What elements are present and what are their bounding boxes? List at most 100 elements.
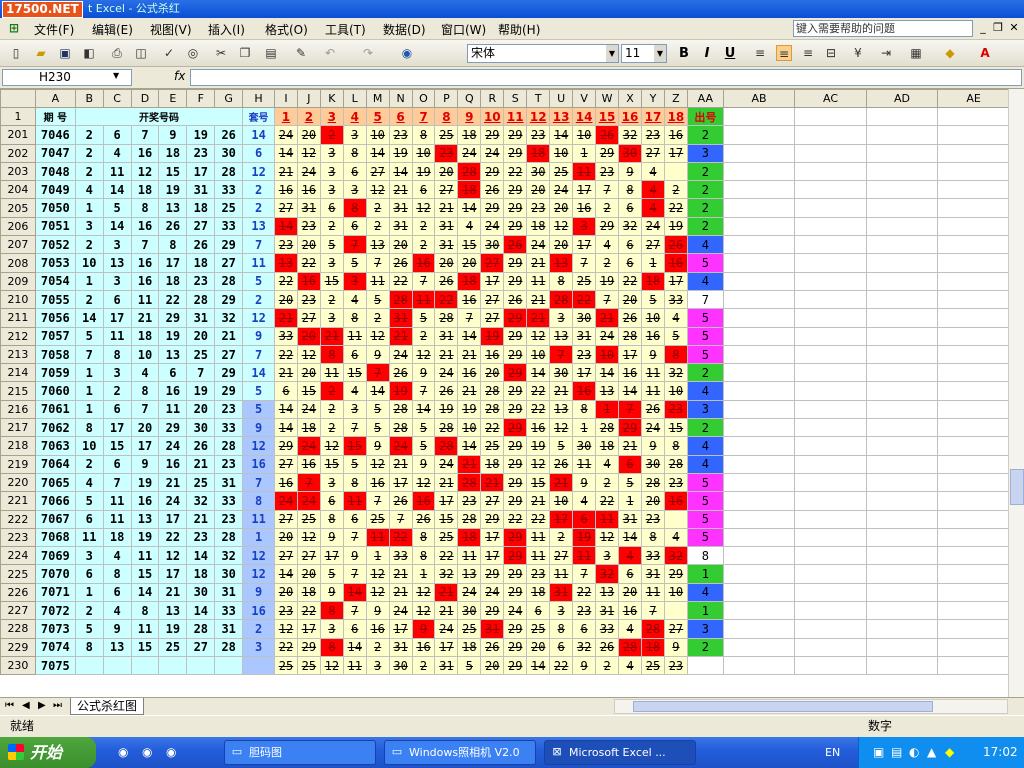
draw-number-cell[interactable]: 8 — [74, 637, 104, 657]
new-icon[interactable]: ▯ — [8, 45, 24, 61]
kill-number-cell[interactable]: 1 — [572, 143, 597, 163]
open-icon[interactable]: ▰ — [33, 45, 49, 61]
kill-number-cell[interactable]: 28 — [663, 454, 688, 474]
kill-number-cell[interactable]: 4 — [595, 235, 620, 255]
formula-number-cell[interactable]: 12 — [242, 308, 276, 328]
kill-number-cell[interactable]: 16 — [274, 180, 298, 200]
kill-number-cell[interactable]: 11 — [319, 363, 344, 383]
task-folder[interactable]: ▭ 胆码图 — [224, 740, 376, 765]
kill-number-cell[interactable]: 7 — [411, 271, 436, 291]
draw-number-cell[interactable] — [130, 655, 160, 676]
kill-number-cell[interactable]: 32 — [663, 363, 688, 383]
kill-number-cell[interactable]: 7 — [342, 527, 367, 548]
formula-number-cell[interactable]: 14 — [242, 125, 276, 145]
kill-number-cell[interactable]: 29 — [480, 564, 505, 584]
kill-number-cell[interactable]: 16 — [296, 454, 321, 474]
draw-number-cell[interactable]: 13 — [130, 509, 160, 529]
empty-cell[interactable] — [865, 161, 939, 182]
empty-cell[interactable] — [937, 454, 1010, 474]
kill-number-cell[interactable]: 4 — [457, 216, 482, 237]
row-header[interactable]: 212 — [0, 326, 36, 346]
out-count-cell[interactable]: 5 — [686, 527, 724, 548]
kill-number-cell[interactable]: 16 — [411, 637, 436, 657]
empty-cell[interactable] — [865, 546, 939, 566]
kill-number-cell[interactable]: 11 — [342, 326, 367, 346]
kill-number-cell[interactable]: 14 — [388, 161, 413, 182]
kill-number-cell[interactable]: 7 — [618, 399, 642, 420]
kill-number-cell[interactable]: 23 — [296, 216, 321, 237]
font-size-select[interactable]: 11 ▼ — [621, 44, 667, 63]
formula-number-cell[interactable]: 7 — [242, 344, 276, 365]
kill-number-cell[interactable]: 2 — [411, 216, 436, 237]
kill-number-cell[interactable]: 31 — [640, 564, 665, 584]
kill-number-cell[interactable]: 27 — [365, 161, 390, 182]
draw-number-cell[interactable]: 18 — [102, 527, 132, 548]
kill-number-cell[interactable] — [663, 601, 688, 621]
draw-number-cell[interactable]: 9 — [158, 125, 188, 145]
research-icon[interactable]: ◎ — [185, 45, 201, 61]
period-cell[interactable]: 7048 — [34, 161, 76, 182]
kill-number-cell[interactable]: 29 — [296, 637, 321, 657]
kill-number-cell[interactable]: 18 — [457, 271, 482, 291]
kill-number-cell[interactable]: 7 — [365, 253, 390, 273]
row-header[interactable]: 211 — [0, 308, 36, 328]
empty-cell[interactable] — [865, 125, 939, 145]
draw-number-cell[interactable]: 13 — [158, 601, 188, 621]
draw-number-cell[interactable]: 6 — [102, 454, 132, 474]
currency-icon[interactable]: ¥ — [850, 45, 866, 61]
kill-number-cell[interactable]: 3 — [595, 546, 620, 566]
kill-number-cell[interactable]: 24 — [388, 344, 413, 365]
empty-cell[interactable] — [865, 637, 939, 657]
empty-cell[interactable] — [722, 271, 796, 291]
draw-number-cell[interactable]: 33 — [214, 601, 244, 621]
draw-number-cell[interactable]: 14 — [74, 308, 104, 328]
kill-number-cell[interactable]: 29 — [503, 436, 528, 456]
kill-number-cell[interactable]: 25 — [457, 619, 482, 639]
kill-number-cell[interactable]: 16 — [411, 253, 436, 273]
column-header[interactable]: C — [102, 89, 132, 108]
kill-number-cell[interactable]: 11 — [526, 527, 551, 548]
draw-number-cell[interactable]: 6 — [102, 289, 132, 310]
kill-number-cell[interactable]: 12 — [365, 326, 390, 346]
print-icon[interactable]: ⎙ — [109, 45, 125, 61]
draw-number-cell[interactable]: 19 — [186, 125, 216, 145]
kill-number-cell[interactable]: 29 — [503, 637, 528, 657]
empty-cell[interactable] — [794, 180, 867, 200]
menu-view[interactable]: 视图(V) — [150, 21, 192, 38]
kill-number-cell[interactable]: 14 — [618, 381, 642, 401]
formula-number-cell[interactable]: 2 — [242, 198, 276, 218]
draw-number-cell[interactable]: 29 — [214, 235, 244, 255]
kill-number-cell[interactable]: 24 — [457, 143, 482, 163]
kill-number-cell[interactable]: 17 — [296, 619, 321, 639]
empty-cell[interactable] — [722, 235, 796, 255]
kill-number-cell[interactable]: 29 — [480, 601, 505, 621]
draw-number-cell[interactable]: 30 — [214, 143, 244, 163]
row-header[interactable]: 222 — [0, 509, 36, 529]
kill-number-cell[interactable]: 21 — [434, 472, 459, 493]
kill-number-cell[interactable]: 11 — [457, 546, 482, 566]
kill-number-cell[interactable]: 4 — [342, 381, 367, 401]
kill-number-cell[interactable]: 3 — [319, 619, 344, 639]
period-cell[interactable]: 7072 — [34, 601, 76, 621]
kill-number-cell[interactable]: 3 — [365, 655, 390, 676]
draw-number-cell[interactable]: 8 — [74, 418, 104, 438]
kill-number-cell[interactable]: 15 — [342, 363, 367, 383]
kill-number-cell[interactable]: 29 — [480, 161, 505, 182]
empty-cell[interactable] — [937, 363, 1010, 383]
draw-number-cell[interactable]: 26 — [214, 125, 244, 145]
kill-number-cell[interactable]: 29 — [503, 582, 528, 603]
draw-number-cell[interactable]: 3 — [74, 546, 104, 566]
kill-number-cell[interactable]: 23 — [663, 399, 688, 420]
kill-number-cell[interactable]: 23 — [526, 198, 551, 218]
kill-number-cell[interactable]: 22 — [526, 509, 551, 529]
kill-number-cell[interactable]: 21 — [526, 253, 551, 273]
kill-number-cell[interactable]: 28 — [457, 509, 482, 529]
kill-number-cell[interactable]: 16 — [618, 601, 642, 621]
kill-number-cell[interactable]: 27 — [296, 308, 321, 328]
kill-number-cell[interactable]: 5 — [411, 436, 436, 456]
draw-number-cell[interactable]: 25 — [158, 637, 188, 657]
kill-number-cell[interactable]: 1 — [365, 546, 390, 566]
kill-number-cell[interactable]: 6 — [342, 216, 367, 237]
kill-number-cell[interactable]: 20 — [618, 582, 642, 603]
kill-number-cell[interactable]: 9 — [411, 454, 436, 474]
